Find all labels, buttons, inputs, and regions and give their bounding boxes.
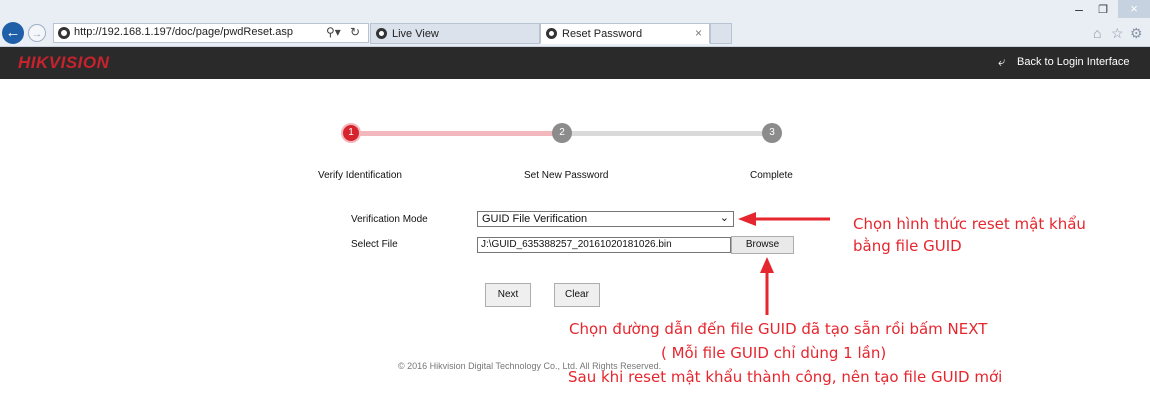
arrow-to-browse — [760, 257, 774, 315]
annotation-file-line2: ( Mỗi file GUID chỉ dùng 1 lần) — [661, 344, 887, 362]
annotation-mode-line1: Chọn hình thức reset mật khẩu — [853, 215, 1086, 233]
arrow-head — [738, 212, 756, 226]
annotation-arrows — [738, 212, 830, 315]
annotation-mode-line2: bằng file GUID — [853, 237, 962, 255]
annotation-file-line3: Sau khi reset mật khẩu thành công, nên t… — [568, 368, 1003, 386]
arrow-to-mode-select — [738, 212, 830, 226]
annotation-file-line1: Chọn đường dẫn đến file GUID đã tạo sẵn … — [569, 320, 988, 338]
arrow-head — [760, 257, 774, 273]
